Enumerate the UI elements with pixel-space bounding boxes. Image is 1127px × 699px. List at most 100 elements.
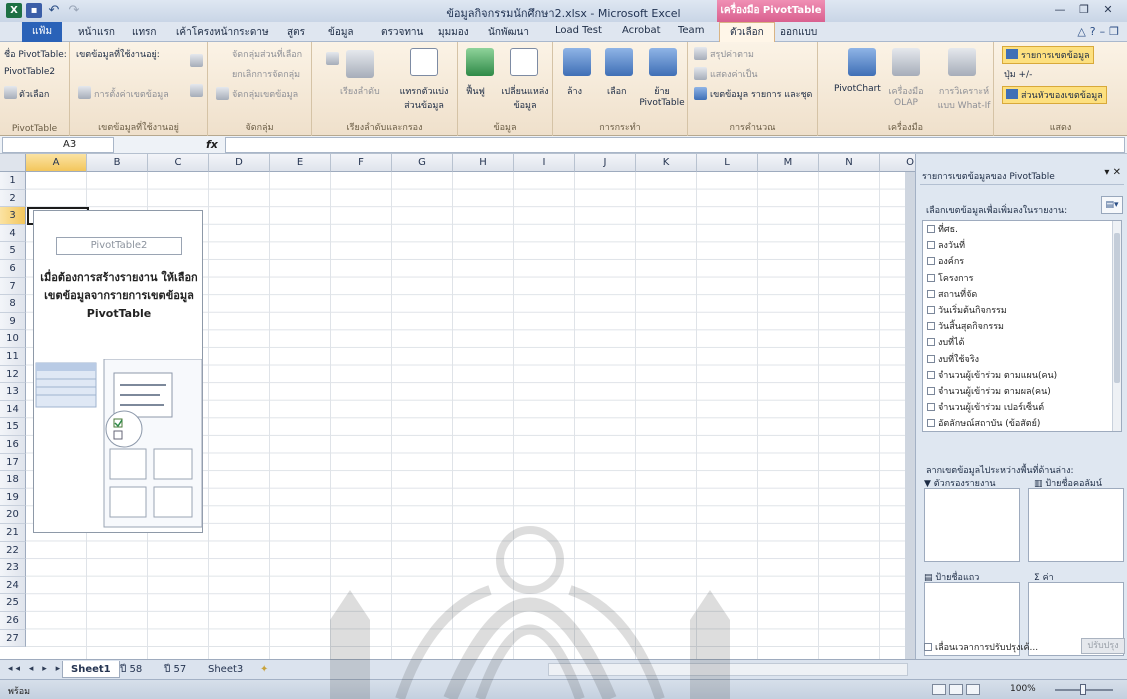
row-header[interactable]: 18 (0, 471, 26, 489)
field-item[interactable]: องค์กร (923, 253, 1121, 269)
fx-icon[interactable]: fx (206, 138, 218, 151)
field-checkbox[interactable] (927, 403, 935, 412)
sort-az-icon[interactable] (326, 52, 339, 65)
row-header[interactable]: 27 (0, 629, 26, 648)
field-settings-button[interactable]: การตั้งค่าเขตข้อมูล (94, 87, 169, 101)
tab-load-test[interactable]: Load Test (555, 25, 602, 36)
sheet-tab-2[interactable]: ปี 58 (112, 661, 150, 678)
update-button[interactable]: ปรับปรุง (1081, 638, 1125, 654)
scroll-thumb[interactable] (1114, 233, 1120, 383)
field-list-scrollbar[interactable] (1112, 221, 1121, 431)
insert-sheet-icon[interactable]: ✦ (252, 661, 276, 678)
normal-view-icon[interactable] (932, 684, 946, 695)
help-icon[interactable]: ? (1090, 25, 1096, 38)
tab-insert[interactable]: แทรก (132, 25, 156, 40)
row-header[interactable]: 24 (0, 576, 26, 595)
refresh-button[interactable]: ฟื้นฟู (466, 84, 485, 98)
field-checkbox[interactable] (927, 370, 935, 379)
column-header[interactable]: J (575, 154, 636, 172)
insert-slicer-button[interactable]: แทรกตัวแบ่งส่วนข้อมูล (394, 84, 454, 112)
field-item[interactable]: จำนวนผู้เข้าร่วม ตามผล(คน) (923, 383, 1121, 399)
row-header[interactable]: 26 (0, 612, 26, 630)
row-header[interactable]: 16 (0, 436, 26, 454)
column-header[interactable]: C (148, 154, 209, 172)
column-header[interactable]: N (819, 154, 880, 172)
field-checkbox[interactable] (927, 322, 935, 331)
show-values-button[interactable]: แสดงค่าเป็น (710, 67, 758, 81)
row-header[interactable]: 21 (0, 524, 26, 542)
zoom-slider-thumb[interactable] (1080, 684, 1086, 695)
pivot-name-input[interactable]: PivotTable2 (4, 67, 55, 77)
field-item[interactable]: งบที่ได้ (923, 334, 1121, 350)
layout-options-button[interactable]: ▤▾ (1101, 196, 1123, 214)
defer-update[interactable]: เลื่อนเวลาการปรับปรุงเค้... (924, 640, 1038, 654)
field-checkbox[interactable] (927, 386, 935, 395)
name-box[interactable]: A3 (2, 137, 114, 153)
row-header[interactable]: 7 (0, 277, 26, 296)
group-selection-button[interactable]: จัดกลุ่มส่วนที่เลือก (232, 47, 302, 61)
row-header[interactable]: 22 (0, 541, 26, 560)
column-header[interactable]: M (758, 154, 819, 172)
report-filter-area[interactable] (924, 488, 1020, 562)
expand-field-icon[interactable] (190, 54, 203, 67)
field-list-toggle[interactable]: รายการเขตข้อมูล (1002, 46, 1094, 64)
close-icon[interactable]: ▾ ✕ (1104, 167, 1121, 178)
row-header[interactable]: 20 (0, 506, 26, 524)
row-header[interactable]: 13 (0, 383, 26, 401)
column-labels-area[interactable] (1028, 488, 1124, 562)
tab-team[interactable]: Team (678, 25, 704, 36)
field-item[interactable]: อัตลักษณ์สถาบัน (ข้อสัตย์) (923, 415, 1121, 431)
column-header[interactable]: I (514, 154, 575, 172)
row-header[interactable]: 14 (0, 400, 26, 419)
doc-minimize-icon[interactable]: – (1100, 25, 1106, 38)
field-checkbox[interactable] (927, 273, 935, 282)
row-header[interactable]: 9 (0, 312, 26, 331)
row-header[interactable]: 1 (0, 172, 26, 190)
row-header[interactable]: 10 (0, 330, 26, 348)
row-header[interactable]: 11 (0, 348, 26, 366)
field-checkbox[interactable] (927, 289, 935, 298)
defer-update-checkbox[interactable] (924, 643, 932, 651)
column-header[interactable]: B (87, 154, 148, 172)
collapse-field-icon[interactable] (190, 84, 203, 97)
formula-input[interactable] (225, 137, 1125, 153)
whatif-button[interactable]: การวิเคราะห์แบบ What-If (936, 84, 992, 112)
field-item[interactable]: โครงการ (923, 270, 1121, 286)
row-header[interactable]: 19 (0, 488, 26, 507)
olap-button[interactable]: เครื่องมือ OLAP (884, 84, 928, 108)
row-header[interactable]: 25 (0, 594, 26, 612)
field-checkbox[interactable] (927, 354, 935, 363)
row-header[interactable]: 6 (0, 260, 26, 278)
change-source-button[interactable]: เปลี่ยนแหล่งข้อมูล (498, 84, 552, 112)
sort-icon[interactable] (346, 50, 374, 78)
field-checkbox[interactable] (927, 338, 935, 347)
column-header[interactable]: G (392, 154, 453, 172)
row-header[interactable]: 17 (0, 453, 26, 472)
options-button[interactable]: ตัวเลือก (19, 87, 49, 101)
tab-options[interactable]: ตัวเลือก (719, 22, 775, 43)
restore-icon[interactable]: ❐ (1073, 2, 1095, 18)
ribbon-minimize-icon[interactable]: △ (1077, 25, 1085, 38)
row-header[interactable]: 2 (0, 189, 26, 208)
page-layout-view-icon[interactable] (949, 684, 963, 695)
field-item[interactable]: วันเริ่มต้นกิจกรรม (923, 302, 1121, 318)
clear-button[interactable]: ล้าง (567, 84, 582, 98)
field-item[interactable]: จำนวนผู้เข้าร่วม ตามแผน(คน) (923, 367, 1121, 383)
row-header[interactable]: 4 (0, 224, 26, 243)
field-checkbox[interactable] (927, 419, 935, 428)
horizontal-scrollbar[interactable] (548, 663, 908, 676)
field-checkbox[interactable] (927, 225, 935, 234)
tab-formulas[interactable]: สูตร (287, 25, 305, 40)
tab-home[interactable]: หน้าแรก (78, 25, 115, 40)
column-header[interactable]: F (331, 154, 392, 172)
field-item[interactable]: ที่ศธ. (923, 221, 1121, 237)
sheet-tab-1[interactable]: Sheet1 (62, 661, 120, 678)
zoom-level[interactable]: 100% (1010, 684, 1036, 694)
field-checkbox[interactable] (927, 306, 935, 315)
field-item[interactable]: จำนวนผู้เข้าร่วม เปอร์เซ็นต์ (923, 399, 1121, 415)
row-header[interactable]: 15 (0, 418, 26, 436)
column-header[interactable]: L (697, 154, 758, 172)
column-header[interactable]: H (453, 154, 514, 172)
sheet-tab-3[interactable]: ปี 57 (156, 661, 194, 678)
buttons-toggle[interactable]: ปุ่ม +/- (1004, 67, 1032, 81)
